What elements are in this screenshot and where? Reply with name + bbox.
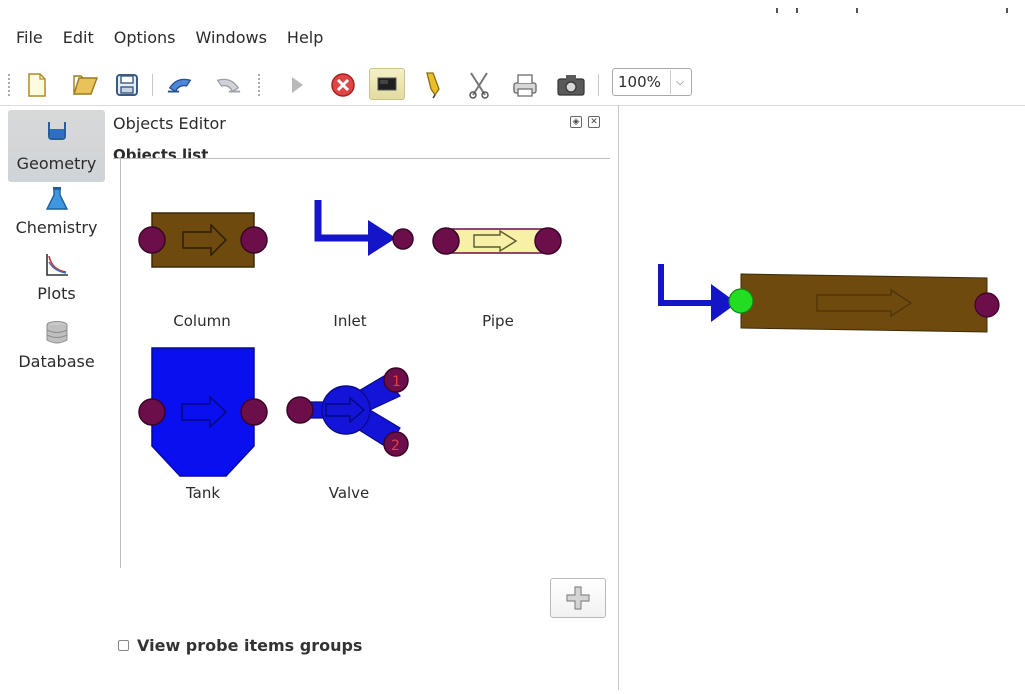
scissors-icon[interactable] — [464, 70, 494, 100]
undo-icon[interactable] — [166, 70, 196, 100]
canvas-inlet[interactable] — [658, 264, 737, 322]
canvas-drawing — [658, 264, 1000, 333]
sidebar-item-plots[interactable]: Plots — [8, 254, 105, 326]
sidebar: Geometry Chemistry Plots Database — [8, 110, 105, 398]
drawing-canvas[interactable] — [619, 106, 1025, 690]
column-symbol — [138, 212, 268, 268]
play-icon[interactable] — [282, 70, 312, 100]
valve-symbol: 1 2 — [286, 367, 409, 457]
valve-port-2: 2 — [391, 438, 400, 454]
menu-windows[interactable]: Windows — [196, 28, 276, 47]
sidebar-item-label: Geometry — [16, 154, 97, 173]
sidebar-item-label: Chemistry — [15, 218, 98, 237]
toolbar-grip — [258, 74, 262, 96]
probe-groups-toggle[interactable]: View probe items groups — [118, 636, 362, 655]
pencil-icon[interactable] — [418, 70, 448, 100]
open-folder-icon[interactable] — [70, 70, 100, 100]
panel-controls: ◈ ✕ — [570, 116, 600, 128]
menu-bar: File Edit Options Windows Help — [16, 28, 343, 47]
object-label: Pipe — [482, 312, 514, 330]
float-icon[interactable]: ◈ — [570, 116, 582, 128]
zoom-select[interactable]: 100% ⌵ — [612, 68, 692, 96]
panel-title: Objects Editor — [113, 114, 226, 133]
valve-port-1: 1 — [392, 374, 401, 390]
probe-groups-checkbox[interactable] — [118, 640, 129, 651]
object-label: Valve — [328, 484, 370, 502]
close-icon[interactable]: ✕ — [588, 116, 600, 128]
new-file-icon[interactable] — [22, 70, 52, 100]
probe-groups-label: View probe items groups — [137, 636, 363, 655]
object-label: Column — [173, 312, 231, 330]
menu-edit[interactable]: Edit — [63, 28, 103, 47]
stop-icon[interactable] — [328, 70, 358, 100]
object-tank[interactable] — [136, 346, 270, 482]
add-button[interactable] — [550, 578, 606, 618]
toolbar-grip — [8, 74, 12, 96]
canvas-column[interactable] — [728, 273, 1000, 333]
object-pipe[interactable] — [430, 224, 564, 262]
plot-icon — [46, 254, 68, 276]
object-inlet[interactable] — [312, 200, 422, 264]
object-label: Inlet — [333, 312, 367, 330]
print-icon[interactable] — [510, 70, 540, 100]
object-valve[interactable]: 1 2 — [284, 366, 418, 466]
window-controls — [760, 8, 1020, 14]
save-icon[interactable] — [112, 70, 142, 100]
menu-file[interactable]: File — [16, 28, 52, 47]
toolbar-separator — [152, 74, 153, 96]
database-icon — [46, 321, 68, 344]
zoom-value: 100% — [618, 73, 661, 91]
toolbar-separator — [598, 74, 599, 96]
tank-symbol — [138, 347, 268, 477]
objects-list-divider — [113, 158, 610, 159]
objects-list-border — [120, 158, 121, 568]
sidebar-item-chemistry[interactable]: Chemistry — [8, 182, 105, 254]
chevron-down-icon[interactable]: ⌵ — [670, 70, 689, 94]
plus-icon — [566, 586, 590, 610]
menu-options[interactable]: Options — [114, 28, 185, 47]
camera-icon[interactable] — [556, 70, 586, 100]
pipe-symbol — [432, 227, 562, 255]
beaker-icon — [48, 122, 66, 140]
menu-help[interactable]: Help — [287, 28, 332, 47]
sidebar-item-geometry[interactable]: Geometry — [8, 110, 105, 182]
sidebar-item-label: Plots — [37, 284, 76, 303]
object-label: Tank — [185, 484, 221, 502]
sidebar-item-database[interactable]: Database — [8, 321, 105, 398]
flask-icon — [45, 187, 69, 210]
sidebar-item-label: Database — [18, 352, 95, 371]
redo-icon[interactable] — [212, 70, 242, 100]
object-column[interactable] — [136, 210, 268, 274]
toolbar: 100% ⌵ — [8, 64, 1025, 104]
screen-icon[interactable] — [369, 68, 405, 100]
inlet-symbol — [314, 200, 414, 256]
